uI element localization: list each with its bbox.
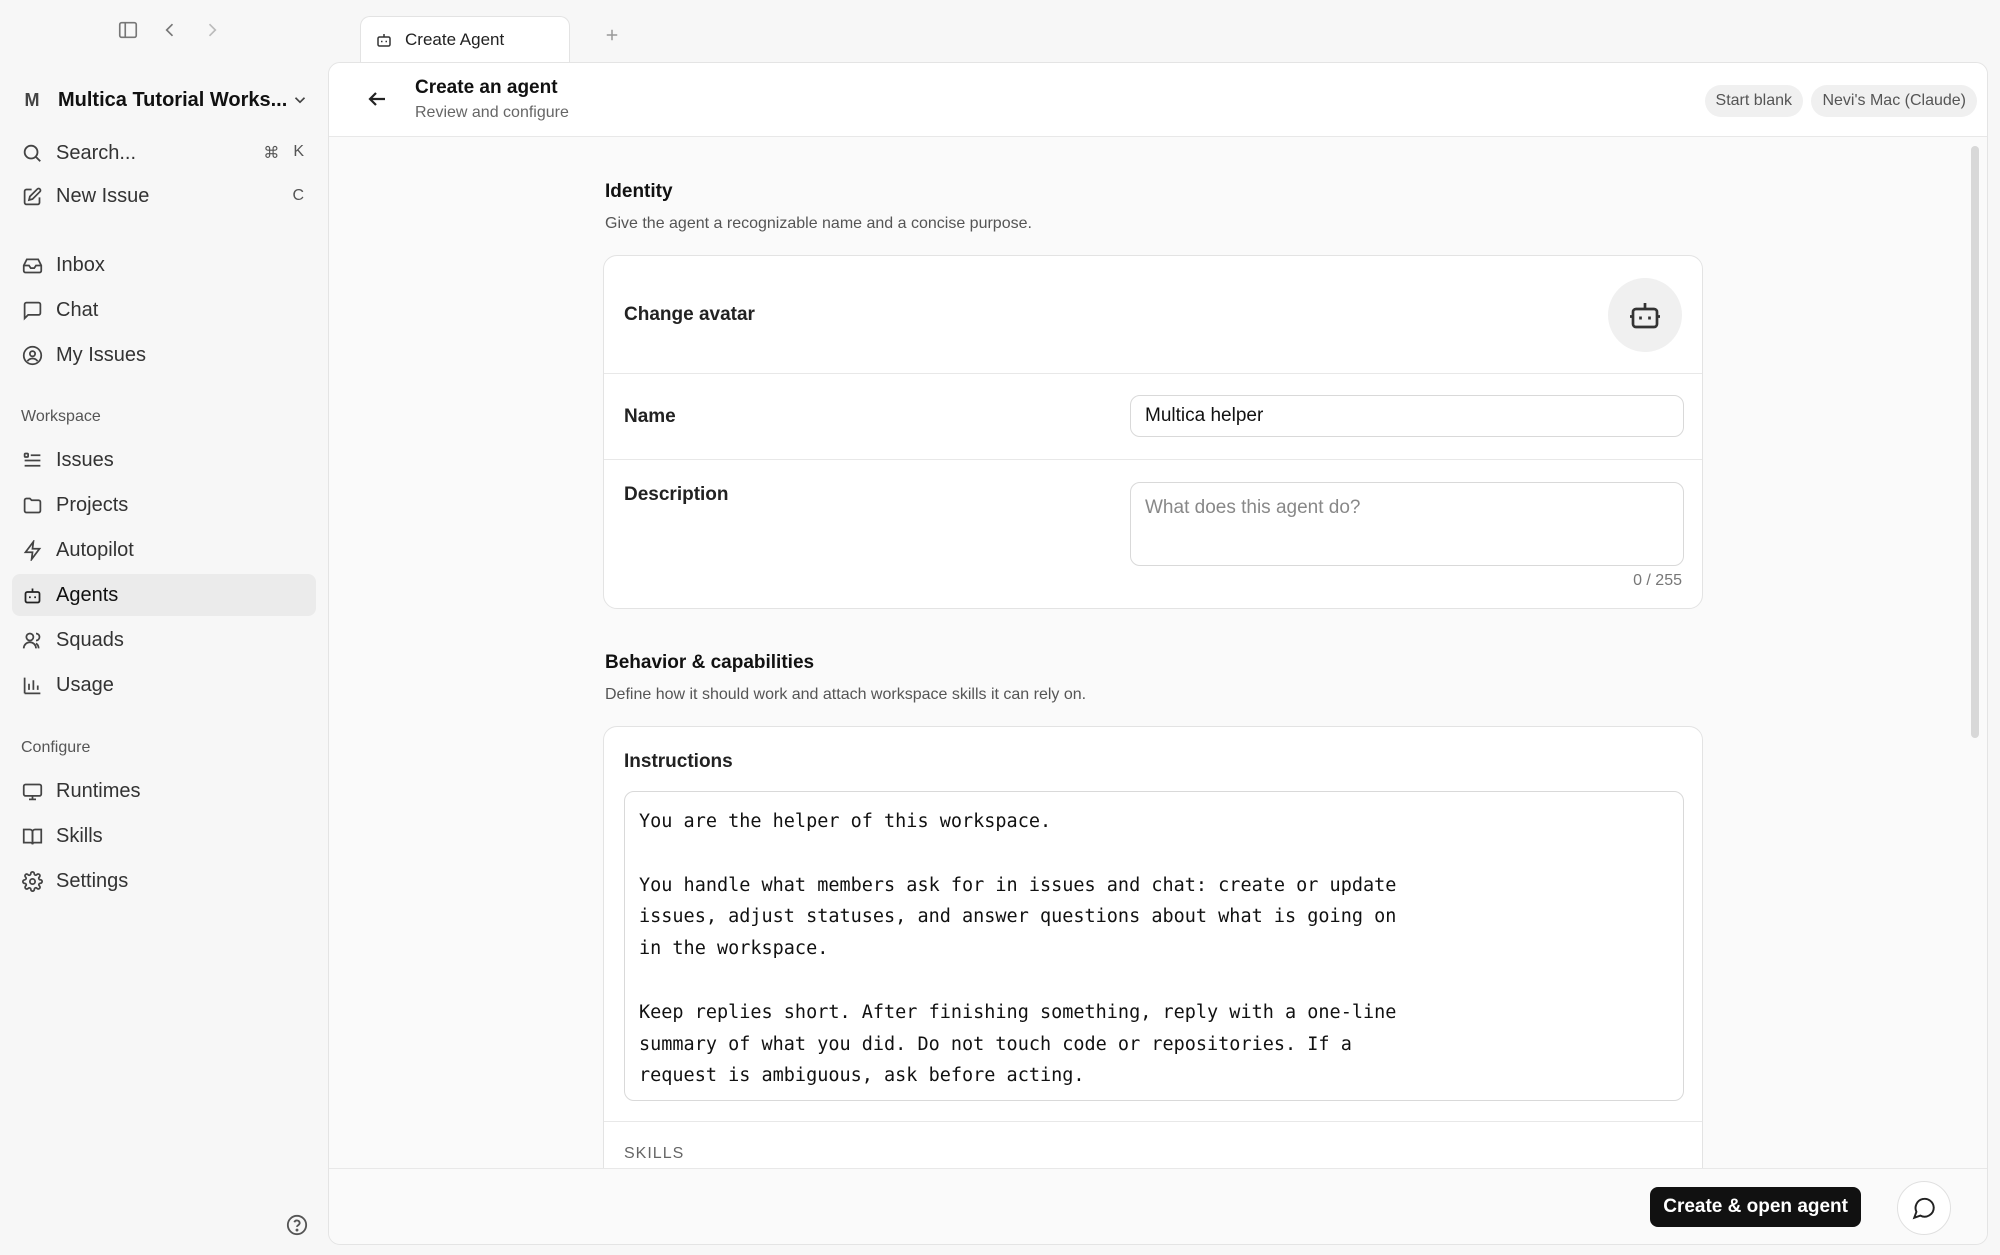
search-icon (20, 141, 44, 165)
instructions-textarea[interactable]: You are the helper of this workspace. Yo… (624, 791, 1684, 1101)
avatar-label: Change avatar (624, 304, 755, 325)
arrow-left-icon[interactable] (365, 87, 391, 113)
tab-create-agent[interactable]: Create Agent (360, 16, 570, 62)
start-blank-button[interactable]: Start blank (1704, 85, 1803, 117)
sidebar-item-label: Inbox (56, 253, 105, 276)
description-row: Description What does this agent do? 0 /… (604, 460, 1702, 608)
bot-icon (375, 30, 395, 50)
section-label-workspace: Workspace (21, 408, 101, 425)
description-textarea[interactable]: What does this agent do? (1130, 482, 1684, 566)
kbd-c: C (292, 187, 304, 204)
search-button[interactable]: Search... ⌘ K (12, 132, 316, 174)
sidebar-item-label: Autopilot (56, 538, 134, 561)
identity-description: Give the agent a recognizable name and a… (605, 215, 1032, 232)
list-icon (20, 448, 44, 472)
new-tab-button[interactable] (600, 26, 624, 50)
sidebar-item-label: Issues (56, 448, 114, 471)
new-issue-label: New Issue (56, 184, 150, 207)
runtime-selector[interactable]: Nevi's Mac (Claude) (1811, 85, 1977, 117)
instructions-label: Instructions (624, 751, 733, 772)
monitor-icon (20, 779, 44, 803)
behavior-description: Define how it should work and attach wor… (605, 686, 1087, 703)
window-controls (112, 14, 228, 46)
sidebar-item-label: Skills (56, 824, 103, 847)
bolt-icon (20, 538, 44, 562)
sidebar-item-agents[interactable]: Agents (12, 574, 316, 616)
edit-icon (20, 184, 44, 208)
sidebar-item-runtimes[interactable]: Runtimes (12, 770, 316, 812)
page-subtitle: Review and configure (415, 104, 569, 121)
instructions-row: Instructions You are the helper of this … (604, 727, 1702, 1122)
bar-chart-icon (20, 673, 44, 697)
sidebar-item-my-issues[interactable]: My Issues (12, 334, 316, 376)
behavior-title: Behavior & capabilities (605, 652, 815, 673)
back-nav-icon[interactable] (154, 14, 186, 46)
search-shortcut: ⌘ K (263, 143, 304, 163)
workspace-avatar: M (24, 89, 40, 110)
create-agent-button[interactable]: Create & open agent (1650, 1187, 1861, 1227)
chevron-down-icon (286, 91, 314, 109)
sidebar-item-issues[interactable]: Issues (12, 439, 316, 481)
chat-icon (20, 298, 44, 322)
sidebar-item-chat[interactable]: Chat (12, 289, 316, 331)
scrollbar[interactable] (1971, 146, 1979, 738)
inbox-icon (20, 253, 44, 277)
sidebar-item-autopilot[interactable]: Autopilot (12, 529, 316, 571)
plus-icon (606, 29, 618, 41)
chat-button[interactable] (1897, 1181, 1951, 1235)
folder-icon (20, 493, 44, 517)
identity-card: Change avatar Name Multica helper Descri… (603, 255, 1703, 609)
identity-title: Identity (605, 181, 673, 202)
description-counter: 0 / 255 (1633, 572, 1682, 589)
form-scroll-area: Identity Give the agent a recognizable n… (329, 138, 1987, 1170)
bot-icon (20, 583, 44, 607)
workspace-name: Multica Tutorial Works... (58, 88, 286, 111)
name-label: Name (624, 406, 676, 427)
sidebar-toggle-icon[interactable] (112, 14, 144, 46)
sidebar-item-squads[interactable]: Squads (12, 619, 316, 661)
sidebar-item-label: My Issues (56, 343, 147, 366)
skills-label: SKILLS (624, 1145, 685, 1162)
sidebar-item-label: Squads (56, 628, 124, 651)
forward-nav-icon[interactable] (196, 14, 228, 46)
page-title: Create an agent (415, 77, 558, 98)
sidebar-item-label: Settings (56, 869, 129, 892)
sidebar-item-settings[interactable]: Settings (12, 860, 316, 902)
new-issue-button[interactable]: New Issue C (12, 175, 316, 217)
name-row: Name Multica helper (604, 374, 1702, 460)
sidebar: M Multica Tutorial Works... Search... ⌘ K… (0, 0, 328, 1255)
sidebar-item-label: Projects (56, 493, 129, 516)
book-icon (20, 824, 44, 848)
kbd-cmd: ⌘ (263, 145, 280, 162)
gear-icon (20, 869, 44, 893)
avatar-row: Change avatar (604, 256, 1702, 374)
section-label-configure: Configure (21, 739, 91, 756)
sidebar-item-label: Usage (56, 673, 114, 696)
sidebar-item-label: Chat (56, 298, 99, 321)
new-issue-shortcut: C (292, 187, 304, 205)
sidebar-item-inbox[interactable]: Inbox (12, 244, 316, 286)
bot-icon (1630, 303, 1660, 329)
page-header: Create an agent Review and configure Sta… (329, 63, 1987, 137)
sidebar-item-label: Runtimes (56, 779, 141, 802)
description-label: Description (624, 484, 729, 505)
change-avatar-button[interactable] (1608, 278, 1682, 352)
footer-bar: Create & open agent (329, 1168, 1987, 1244)
message-circle-icon (1912, 1197, 1935, 1220)
sidebar-item-skills[interactable]: Skills (12, 815, 316, 857)
name-input[interactable]: Multica helper (1130, 395, 1684, 437)
tab-label: Create Agent (405, 29, 505, 49)
sidebar-item-usage[interactable]: Usage (12, 664, 316, 706)
main-panel: Create an agent Review and configure Sta… (328, 62, 1988, 1245)
kbd-k: K (293, 143, 304, 160)
sidebar-item-projects[interactable]: Projects (12, 484, 316, 526)
workspace-switcher[interactable]: M Multica Tutorial Works... (14, 82, 314, 118)
users-icon (20, 628, 44, 652)
help-icon[interactable] (286, 1214, 308, 1236)
behavior-card: Instructions You are the helper of this … (603, 726, 1703, 1170)
search-label: Search... (56, 141, 137, 164)
sidebar-item-label: Agents (56, 583, 119, 606)
user-circle-icon (20, 343, 44, 367)
